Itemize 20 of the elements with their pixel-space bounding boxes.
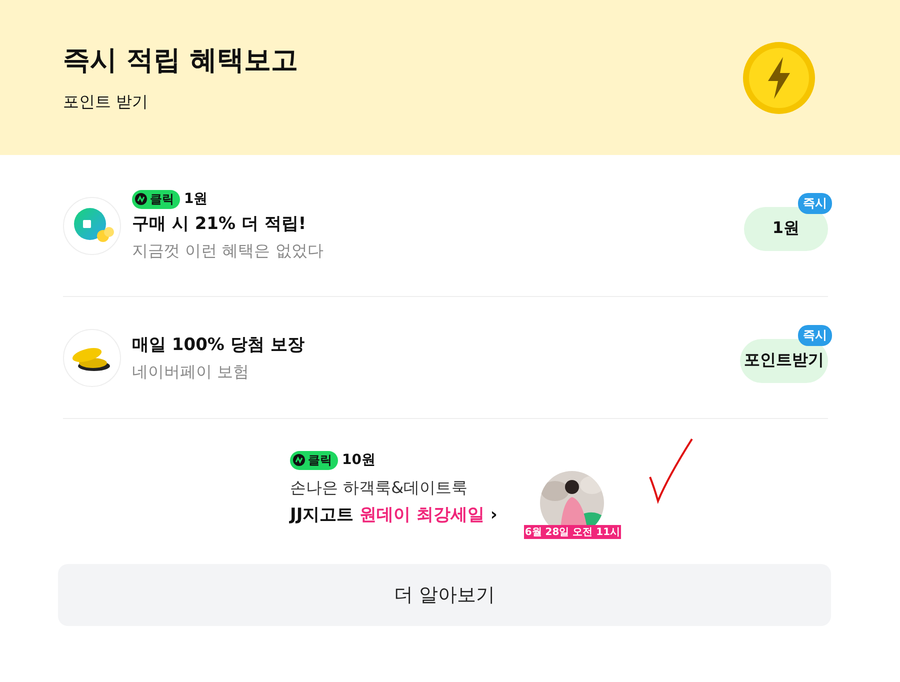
pay-logo-icon	[135, 193, 147, 205]
offer-subtitle: 지금껏 이런 혜택은 없었다	[132, 240, 324, 262]
click-label: 클릭	[308, 452, 332, 468]
pay-logo-icon	[293, 454, 305, 466]
lightning-coin-icon	[742, 40, 816, 114]
learn-more-button[interactable]: 더 알아보기	[58, 564, 831, 626]
page-title: 즉시 적립 혜택보고	[63, 44, 298, 78]
offer-title: 매일 100% 당첨 보장	[132, 334, 306, 356]
instant-badge: 즉시	[798, 324, 832, 346]
ad-text: 손나은 하객룩&데이트룩	[290, 478, 469, 498]
date-caption: 6월 28일 오전 11시	[524, 525, 622, 539]
offer-subtitle: 네이버페이 보험	[132, 362, 250, 382]
ad-link[interactable]: JJ지고트 원데이 최강세일 ›	[290, 502, 498, 526]
click-label: 클릭	[150, 190, 174, 208]
page-subtitle: 포인트 받기	[63, 92, 150, 113]
coins-icon	[63, 328, 121, 386]
click-reward: 10원	[342, 451, 376, 469]
instant-badge: 즉시	[798, 192, 832, 214]
offer-title: 구매 시 21% 더 적립!	[132, 212, 308, 234]
click-reward: 1원	[184, 190, 208, 208]
